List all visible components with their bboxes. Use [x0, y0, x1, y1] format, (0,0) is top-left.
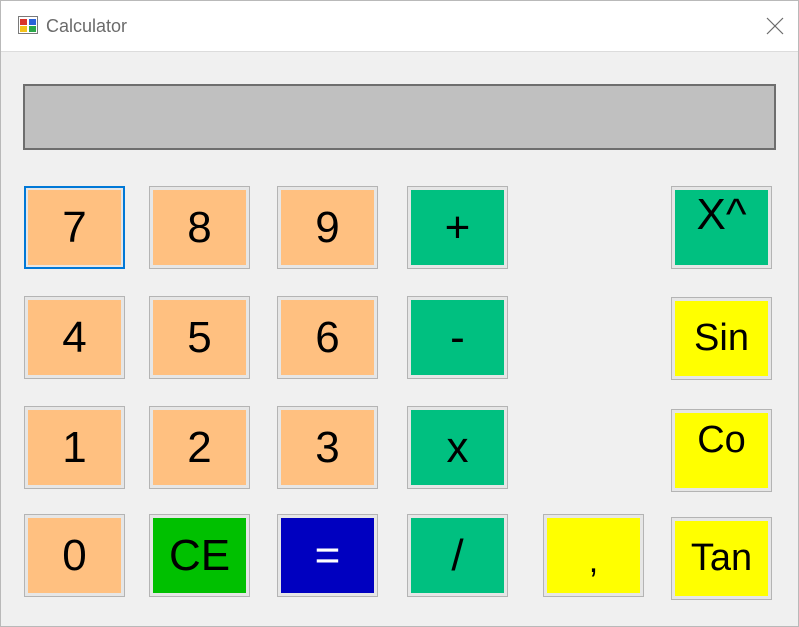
key-7[interactable]: 7 — [24, 186, 125, 269]
close-button[interactable] — [759, 11, 791, 41]
clear-entry-button[interactable]: CE — [149, 514, 250, 597]
app-icon — [18, 16, 38, 34]
divide-button[interactable]: / — [407, 514, 508, 597]
key-0[interactable]: 0 — [24, 514, 125, 597]
sin-button[interactable]: Sin — [671, 297, 772, 380]
tan-button[interactable]: Tan — [671, 517, 772, 600]
key-5[interactable]: 5 — [149, 296, 250, 379]
key-4[interactable]: 4 — [24, 296, 125, 379]
key-9[interactable]: 9 — [277, 186, 378, 269]
plus-button[interactable]: + — [407, 186, 508, 269]
result-display[interactable] — [23, 84, 776, 150]
window-title: Calculator — [46, 16, 128, 36]
calculator-window: Calculator 7 8 9 + X^ 4 5 6 - Sin 1 2 3 … — [0, 0, 799, 627]
power-button[interactable]: X^ — [671, 186, 772, 269]
title-bar: Calculator — [1, 1, 798, 52]
key-2[interactable]: 2 — [149, 406, 250, 489]
equals-button[interactable]: = — [277, 514, 378, 597]
key-8[interactable]: 8 — [149, 186, 250, 269]
minus-button[interactable]: - — [407, 296, 508, 379]
multiply-button[interactable]: x — [407, 406, 508, 489]
key-3[interactable]: 3 — [277, 406, 378, 489]
key-6[interactable]: 6 — [277, 296, 378, 379]
decimal-comma-button[interactable]: , — [543, 514, 644, 597]
cos-button[interactable]: Co — [671, 409, 772, 492]
key-1[interactable]: 1 — [24, 406, 125, 489]
close-icon — [766, 17, 784, 35]
